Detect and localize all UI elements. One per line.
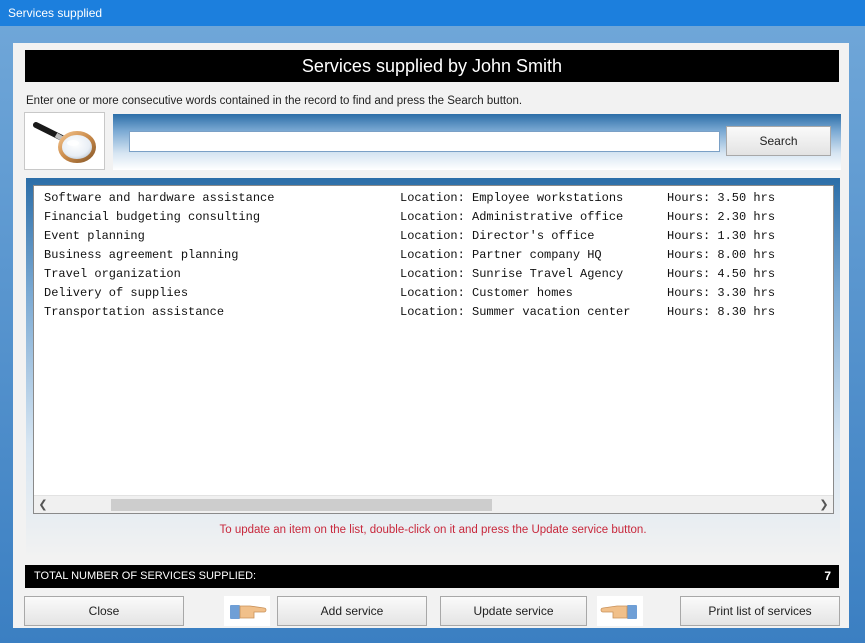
list-item[interactable]: Event planning Location: Director's offic… (44, 227, 824, 246)
service-hours: Hours: 2.30 hrs (667, 210, 776, 224)
service-location: Location: Summer vacation center (400, 305, 631, 319)
service-hours: Hours: 3.50 hrs (667, 191, 776, 205)
window-frame: Services supplied by John Smith Enter on… (0, 26, 865, 643)
list-item[interactable]: Business agreement planning Location: Par… (44, 246, 824, 265)
page-title: Services supplied by John Smith (25, 50, 839, 82)
list-item[interactable]: Delivery of supplies Location: Customer h… (44, 284, 824, 303)
service-name: Travel organization (44, 267, 181, 281)
search-button[interactable]: Search (726, 126, 831, 156)
total-services-bar: TOTAL NUMBER OF SERVICES SUPPLIED: 7 (25, 565, 839, 588)
scroll-right-icon[interactable]: ❯ (815, 496, 833, 514)
print-list-button[interactable]: Print list of services (680, 596, 840, 626)
scroll-left-icon[interactable]: ❮ (34, 496, 52, 514)
list-item[interactable]: Software and hardware assistance Location… (44, 189, 824, 208)
close-button[interactable]: Close (24, 596, 184, 626)
service-hours: Hours: 4.50 hrs (667, 267, 776, 281)
list-item[interactable]: Financial budgeting consulting Location: … (44, 208, 824, 227)
pointing-hand-icon (597, 596, 643, 626)
service-hours: Hours: 8.00 hrs (667, 248, 776, 262)
service-hours: Hours: 3.30 hrs (667, 286, 776, 300)
service-location: Location: Administrative office (400, 210, 624, 224)
service-hours: Hours: 1.30 hrs (667, 229, 776, 243)
total-label: TOTAL NUMBER OF SERVICES SUPPLIED: (34, 570, 257, 582)
service-location: Location: Director's office (400, 229, 595, 243)
service-name: Transportation assistance (44, 305, 225, 319)
list-item[interactable]: Transportation assistance Location: Summe… (44, 303, 824, 322)
service-location: Location: Sunrise Travel Agency (400, 267, 624, 281)
main-panel: Services supplied by John Smith Enter on… (13, 43, 849, 628)
service-hours: Hours: 8.30 hrs (667, 305, 776, 319)
service-name: Delivery of supplies (44, 286, 189, 300)
total-count: 7 (824, 569, 831, 583)
service-name: Software and hardware assistance (44, 191, 275, 205)
search-bar: Search (113, 114, 841, 170)
service-location: Location: Customer homes (400, 286, 573, 300)
scrollbar-thumb[interactable] (111, 499, 492, 511)
magnifying-glass-icon (33, 122, 96, 163)
service-location: Location: Partner company HQ (400, 248, 602, 262)
service-name: Financial budgeting consulting (44, 210, 261, 224)
services-rows: Software and hardware assistance Location… (44, 189, 824, 322)
list-item[interactable]: Travel organization Location: Sunrise Tra… (44, 265, 824, 284)
search-instructions: Enter one or more consecutive words cont… (26, 95, 523, 107)
search-logo (24, 112, 105, 170)
window-title: Services supplied (0, 0, 865, 26)
update-service-button[interactable]: Update service (440, 596, 587, 626)
services-list-frame: Software and hardware assistance Location… (26, 178, 840, 558)
service-location: Location: Employee workstations (400, 191, 624, 205)
services-list[interactable]: Software and hardware assistance Location… (33, 185, 834, 514)
service-name: Event planning (44, 229, 145, 243)
update-hint: To update an item on the list, double-cl… (219, 524, 647, 536)
search-input[interactable] (129, 131, 720, 152)
add-service-button[interactable]: Add service (277, 596, 427, 626)
pointing-hand-icon (224, 596, 270, 626)
service-name: Business agreement planning (44, 248, 239, 262)
horizontal-scrollbar[interactable]: ❮ ❯ (34, 495, 833, 513)
